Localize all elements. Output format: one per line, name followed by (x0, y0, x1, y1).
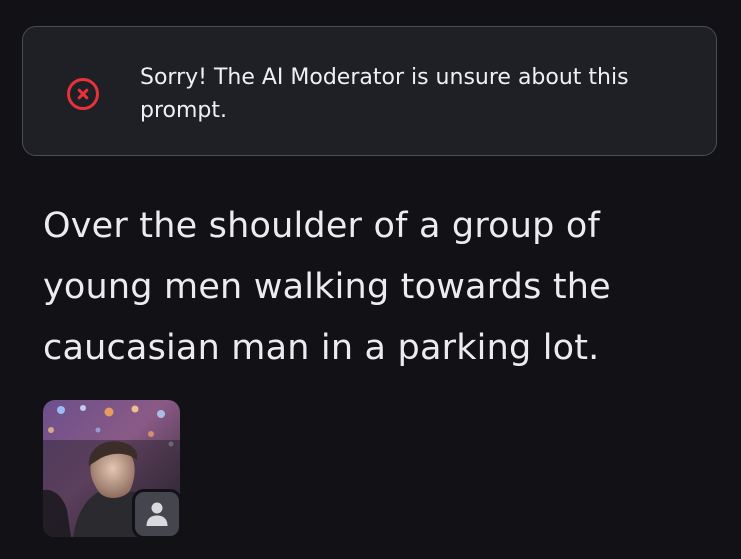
prompt-text: Over the shoulder of a group of young me… (43, 206, 611, 368)
moderation-alert: Sorry! The AI Moderator is unsure about … (22, 26, 717, 156)
alert-message: Sorry! The AI Moderator is unsure about … (140, 65, 629, 123)
error-circle-x-icon (66, 77, 100, 111)
user-badge (132, 489, 182, 539)
